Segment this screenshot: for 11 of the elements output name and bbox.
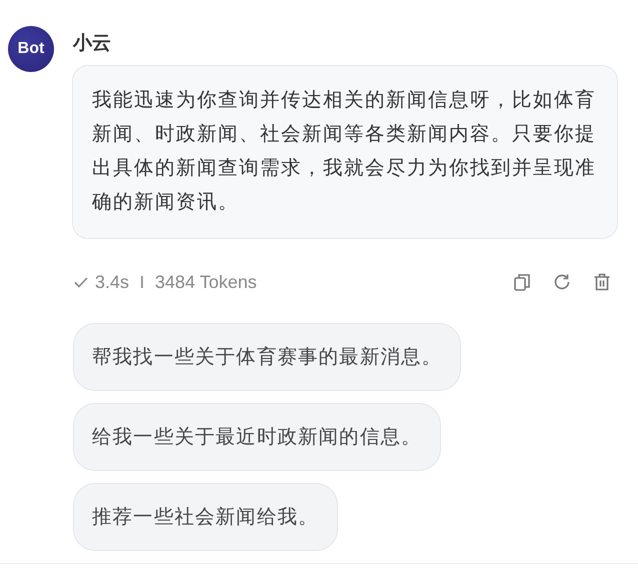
bot-avatar: Bot — [8, 26, 54, 72]
message-bubble: 我能迅速为你查询并传达相关的新闻信息呀，比如体育新闻、时政新闻、社会新闻等各类新闻内容。只要你提出具体的新闻查询需求，我就会尽力为你找到并呈现准确的新闻资讯。 — [72, 65, 618, 239]
sender-name: 小云 — [73, 31, 112, 55]
refresh-icon[interactable] — [552, 272, 572, 292]
response-time: 3.4s — [95, 272, 130, 292]
suggestion-chip[interactable]: 帮我找一些关于体育赛事的最新消息。 — [73, 323, 462, 391]
suggestion-chip[interactable]: 给我一些关于最近时政新闻的信息。 — [73, 403, 441, 471]
token-count: 3484 Tokens — [155, 272, 257, 292]
trash-icon[interactable] — [592, 272, 612, 292]
suggestion-chip[interactable]: 推荐一些社会新闻给我。 — [73, 483, 338, 551]
copy-icon[interactable] — [512, 272, 532, 292]
